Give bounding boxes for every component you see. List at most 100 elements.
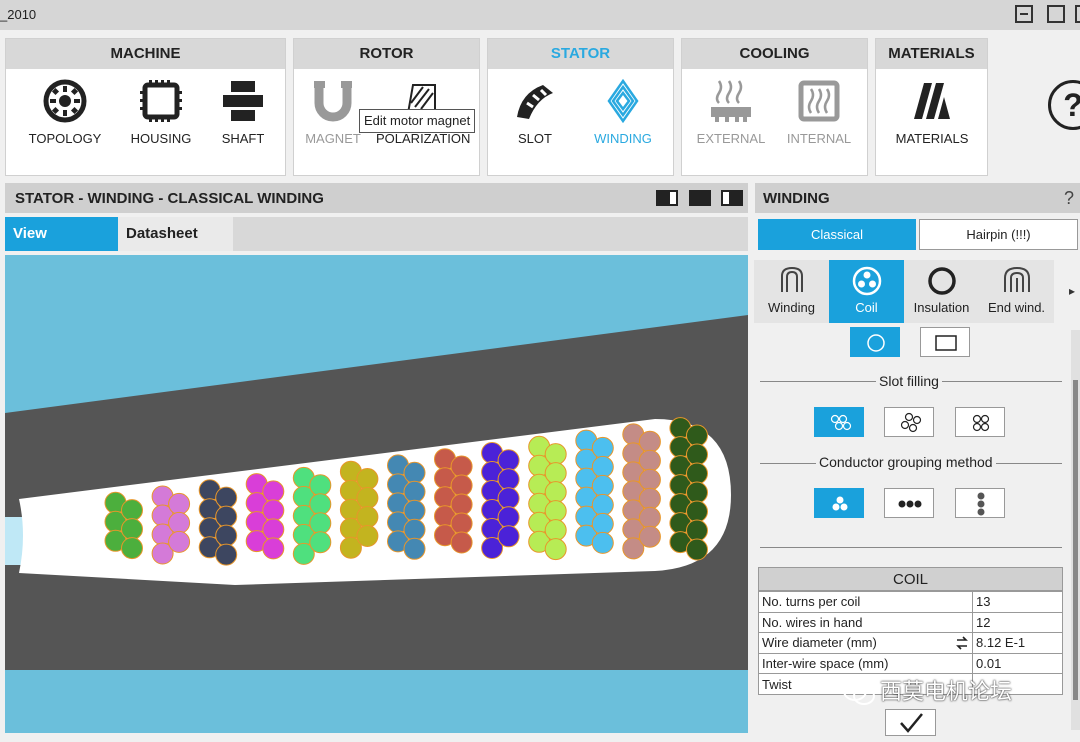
wire-conductor: [544, 500, 567, 523]
slot-button[interactable]: SLOT: [490, 79, 580, 159]
slot-filling-option-3[interactable]: [955, 407, 1005, 437]
internal-cooling-label: INTERNAL: [786, 131, 852, 146]
shaft-button[interactable]: SHAFT: [198, 79, 288, 159]
external-cooling-button[interactable]: EXTERNAL: [686, 79, 776, 159]
filling-pattern-3-icon: [972, 414, 990, 432]
subtab-winding[interactable]: Winding: [754, 260, 829, 323]
wire-conductor: [262, 480, 285, 503]
housing-label: HOUSING: [130, 131, 192, 146]
subtab-insulation[interactable]: Insulation: [904, 260, 979, 323]
wire-conductor: [356, 525, 379, 547]
wire-conductor: [168, 511, 191, 534]
group-title-stator: STATOR: [488, 39, 673, 69]
wire-conductor: [309, 474, 332, 497]
internal-cooling-icon: [798, 80, 840, 122]
subtab-end-winding-label: End wind.: [987, 300, 1046, 315]
divider: [760, 547, 1062, 548]
tab-view[interactable]: View: [5, 217, 118, 251]
polarization-label: POLARIZATION: [376, 131, 471, 146]
end-winding-icon: [1003, 266, 1030, 292]
view-tabs: View Datasheet: [5, 217, 748, 251]
wire-conductor: [638, 487, 661, 510]
winding-button[interactable]: WINDING: [578, 79, 668, 159]
wire-diameter-value[interactable]: 8.12 E-1: [972, 632, 1063, 654]
wire-conductor: [497, 506, 520, 529]
turns-per-coil-value[interactable]: 13: [972, 591, 1063, 613]
wire-conductor: [356, 506, 379, 528]
slot-filling-option-2[interactable]: [884, 407, 934, 437]
subtab-insulation-label: Insulation: [913, 300, 970, 315]
wire-conductor: [262, 537, 285, 560]
group-stator: STATOR SLOT WINDING: [487, 38, 674, 176]
horizontal-dots-icon: [898, 500, 922, 508]
group-title-machine: MACHINE: [6, 39, 285, 69]
apply-button[interactable]: [885, 709, 936, 736]
wire-conductor: [121, 499, 143, 522]
grouping-vertical-option[interactable]: [955, 488, 1005, 518]
view-panel-header: STATOR - WINDING - CLASSICAL WINDING: [5, 183, 748, 213]
layout-split-right-icon[interactable]: [721, 190, 743, 206]
rectangular-wire-option[interactable]: [920, 327, 970, 357]
wire-conductor: [168, 492, 191, 515]
wire-conductor: [450, 455, 473, 478]
wire-conductor: [497, 449, 520, 472]
wire-diameter-label-cell: Wire diameter (mm): [758, 632, 973, 654]
tab-datasheet[interactable]: Datasheet: [118, 217, 233, 251]
layout-split-left-icon[interactable]: [656, 190, 678, 206]
row-label: No. turns per coil: [758, 591, 973, 613]
wire-conductor: [638, 449, 661, 472]
more-tabs-arrow[interactable]: ▸: [1069, 284, 1075, 298]
wire-conductor: [403, 480, 426, 503]
filling-pattern-1-icon: [830, 414, 852, 431]
wire-conductor: [450, 531, 473, 554]
round-wire-option[interactable]: [850, 327, 900, 357]
layout-full-icon[interactable]: [689, 190, 711, 206]
minimize-button[interactable]: [1015, 5, 1033, 23]
wire-conductor: [450, 493, 473, 516]
wire-conductor: [121, 537, 143, 560]
wire-conductor: [591, 474, 614, 497]
grouping-method-label: Conductor grouping method: [816, 454, 996, 470]
classical-button[interactable]: Classical: [758, 219, 916, 250]
group-title-rotor: ROTOR: [294, 39, 479, 69]
housing-button[interactable]: HOUSING: [116, 79, 206, 159]
group-cooling: COOLING EXTERNAL INTERNAL: [681, 38, 868, 176]
help-icon-small[interactable]: ?: [1064, 188, 1074, 209]
row-label: Inter-wire space (mm): [758, 652, 973, 675]
wire-conductor: [497, 487, 520, 510]
wire-conductor: [309, 512, 332, 535]
internal-cooling-button[interactable]: INTERNAL: [774, 79, 864, 159]
scrollbar[interactable]: [1071, 330, 1080, 730]
topology-icon: [43, 79, 87, 123]
table-row: Inter-wire space (mm) 0.01: [758, 652, 1063, 675]
hairpin-button[interactable]: Hairpin (!!!): [919, 219, 1078, 250]
materials-button[interactable]: MATERIALS: [887, 79, 977, 159]
wire-conductor: [686, 538, 708, 561]
table-row: No. wires in hand 12: [758, 611, 1063, 634]
swap-units-icon[interactable]: [955, 636, 969, 650]
slot-view-canvas[interactable]: [5, 255, 748, 733]
subtab-coil-label: Coil: [855, 300, 878, 315]
wire-conductor: [686, 481, 708, 504]
wire-conductor: [544, 462, 567, 485]
topology-button[interactable]: TOPOLOGY: [20, 79, 110, 159]
wire-conductor: [356, 487, 379, 509]
magnet-icon: [314, 81, 352, 122]
group-title-cooling: COOLING: [682, 39, 867, 69]
subtab-coil[interactable]: Coil: [829, 260, 904, 323]
wire-conductor: [215, 543, 238, 566]
grouping-horizontal-option[interactable]: [884, 488, 934, 518]
wires-in-hand-value[interactable]: 12: [972, 611, 1063, 634]
wire-conductor: [403, 537, 426, 560]
subtab-end-winding[interactable]: End wind.: [979, 260, 1054, 323]
inter-wire-space-value[interactable]: 0.01: [972, 652, 1063, 675]
wire-conductor: [497, 525, 520, 548]
close-button[interactable]: [1075, 5, 1080, 23]
grouping-cluster-option[interactable]: [814, 488, 864, 518]
maximize-button[interactable]: [1047, 5, 1065, 23]
slot-icon: [517, 85, 553, 119]
wechat-icon: [843, 681, 875, 706]
scrollbar-thumb[interactable]: [1073, 380, 1078, 700]
slot-filling-option-1[interactable]: [814, 407, 864, 437]
settings-panel-header: WINDING ?: [755, 183, 1080, 213]
